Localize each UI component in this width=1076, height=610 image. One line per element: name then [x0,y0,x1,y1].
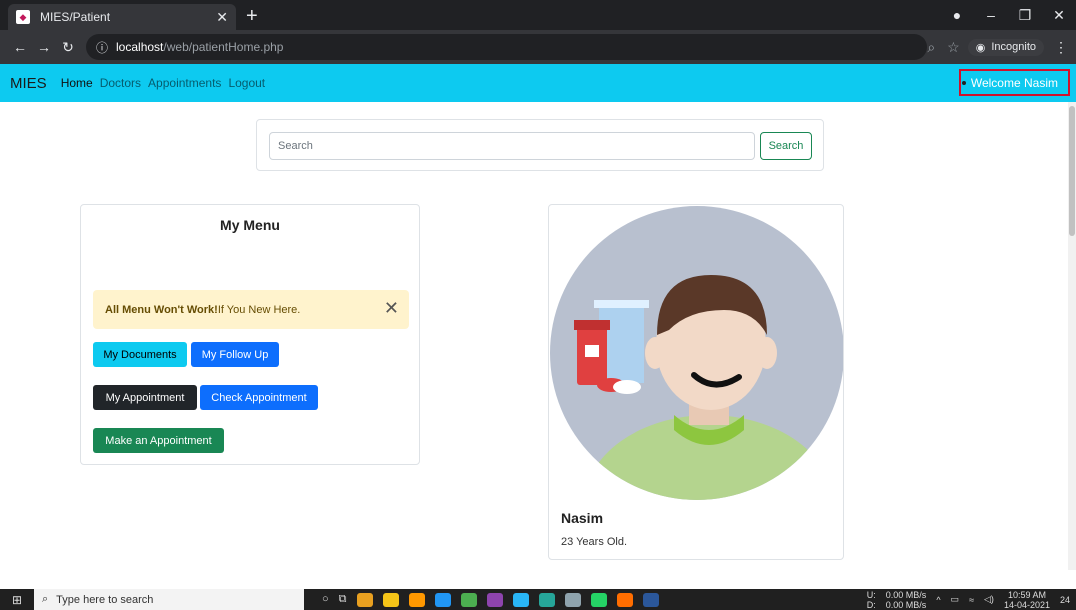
nav-doctors[interactable]: Doctors [100,76,141,90]
page-content: Search Search My Menu All Menu Won't Wor… [0,102,1076,570]
taskbar-search-input[interactable]: ⌕ Type here to search [34,589,304,610]
volume-icon[interactable]: ◁) [984,594,994,605]
task-view-icon[interactable]: ⧉ [339,593,347,607]
search-input[interactable]: Search [269,132,755,160]
alert-bold-text: All Menu Won't Work! [105,303,218,316]
cortana-icon[interactable]: ○ [322,593,329,607]
close-tab-icon[interactable]: ✕ [216,9,228,26]
my-appointment-button[interactable]: My Appointment [93,385,197,410]
browser-tab-strip: ◆ MIES/Patient ✕ + ● – ❐ ✕ [0,0,1076,30]
profile-card: Nasim 23 Years Old. [548,204,844,560]
system-tray: U: D: 0.00 MB/s 0.00 MB/s ^ ▭ ≈ ◁) 10:59… [867,590,1070,610]
warning-alert: All Menu Won't Work! If You New Here. ✕ [93,290,409,329]
taskbar-search-placeholder: Type here to search [56,593,154,606]
browser-toolbar: ← → ↻ ⓘ localhost /web/patientHome.php ⌕… [0,30,1076,64]
patient-age: 23 Years Old. [561,536,628,548]
address-bar[interactable]: ⓘ localhost /web/patientHome.php [86,34,928,60]
store-icon[interactable] [460,592,477,607]
url-path: /web/patientHome.php [163,40,284,54]
back-icon[interactable]: ← [8,39,32,55]
wifi-icon[interactable]: ≈ [969,595,974,605]
word-icon[interactable] [642,592,659,607]
my-follow-up-button[interactable]: My Follow Up [191,342,279,367]
url-host: localhost [116,40,164,54]
sublime-icon[interactable] [408,592,425,607]
tab-title: MIES/Patient [40,10,111,24]
search-icon: ⌕ [42,593,49,605]
info-icon[interactable]: ⓘ [96,39,108,56]
net-up-label: U: [866,589,876,600]
check-appointment-button[interactable]: Check Appointment [200,385,318,410]
my-documents-button[interactable]: My Documents [93,342,187,367]
my-menu-card: My Menu All Menu Won't Work! If You New … [80,204,420,465]
welcome-user-button[interactable]: Welcome Nasim [958,69,1070,96]
bookmark-star-icon[interactable]: ☆ [947,39,960,56]
chrome-alt-icon[interactable] [538,592,555,607]
minimize-icon[interactable]: – [974,7,1008,23]
whatsapp-icon[interactable] [590,592,607,607]
patient-name: Nasim [561,510,604,526]
reload-icon[interactable]: ↻ [56,39,80,56]
windows-taskbar: ⊞ ⌕ Type here to search ○ ⧉ U: D: 0.00 M… [0,589,1076,610]
close-alert-icon[interactable]: ✕ [384,298,399,319]
net-up-value: 0.00 MB/s [885,589,927,600]
browser-menu-icon[interactable]: ⋮ [1054,39,1068,56]
profile-icon[interactable]: ● [940,7,974,23]
net-down-label: D: [866,599,876,610]
windows-start-icon[interactable]: ⊞ [0,593,34,607]
incognito-label: Incognito [991,41,1036,53]
clock-time: 10:59 AM [1007,589,1046,600]
search-button[interactable]: Search [760,132,812,160]
menu-title: My Menu [220,217,280,233]
alert-text: If You New Here. [217,303,301,316]
net-speed-labels: U: D: [867,590,876,610]
forward-icon[interactable]: → [32,39,56,55]
browser-tab[interactable]: ◆ MIES/Patient ✕ [8,4,236,30]
restore-icon[interactable]: ❐ [1008,7,1042,24]
net-speed: 0.00 MB/s 0.00 MB/s [886,590,927,610]
incognito-icon: ◉ [975,41,986,54]
telegram-icon[interactable] [512,592,529,607]
app-navbar: MIES Home Doctors Appointments Logout We… [0,64,1076,102]
net-down-value: 0.00 MB/s [885,599,927,610]
nav-appointments[interactable]: Appointments [148,76,221,90]
patient-avatar-illustration [550,206,843,500]
favicon-icon: ◆ [16,10,30,24]
file-explorer-icon[interactable] [382,592,399,607]
make-appointment-button[interactable]: Make an Appointment [93,428,224,453]
zoom-icon[interactable]: ⌕ [927,39,935,56]
chevron-up-icon[interactable]: ^ [936,595,940,605]
chrome-icon[interactable] [356,592,373,607]
nav-home[interactable]: Home [61,76,93,90]
messenger-icon[interactable] [486,592,503,607]
clock-date: 14-04-2021 [1003,599,1050,610]
brand-logo[interactable]: MIES [10,75,47,92]
nav-logout[interactable]: Logout [228,76,265,90]
window-controls: ● – ❐ ✕ [940,0,1076,30]
battery-icon[interactable]: ▭ [951,594,960,605]
search-card: Search Search [256,119,824,171]
xampp-icon[interactable] [616,592,633,607]
close-window-icon[interactable]: ✕ [1042,7,1076,24]
page-scrollbar[interactable] [1068,102,1076,570]
notification-icon[interactable]: 24 [1060,595,1070,605]
vscode-icon[interactable] [434,592,451,607]
scrollbar-thumb[interactable] [1069,106,1075,236]
taskbar-clock[interactable]: 10:59 AM 14-04-2021 [1004,590,1050,610]
app-icon[interactable] [564,592,581,607]
incognito-badge[interactable]: ◉ Incognito [967,38,1044,56]
new-tab-icon[interactable]: + [246,5,258,28]
